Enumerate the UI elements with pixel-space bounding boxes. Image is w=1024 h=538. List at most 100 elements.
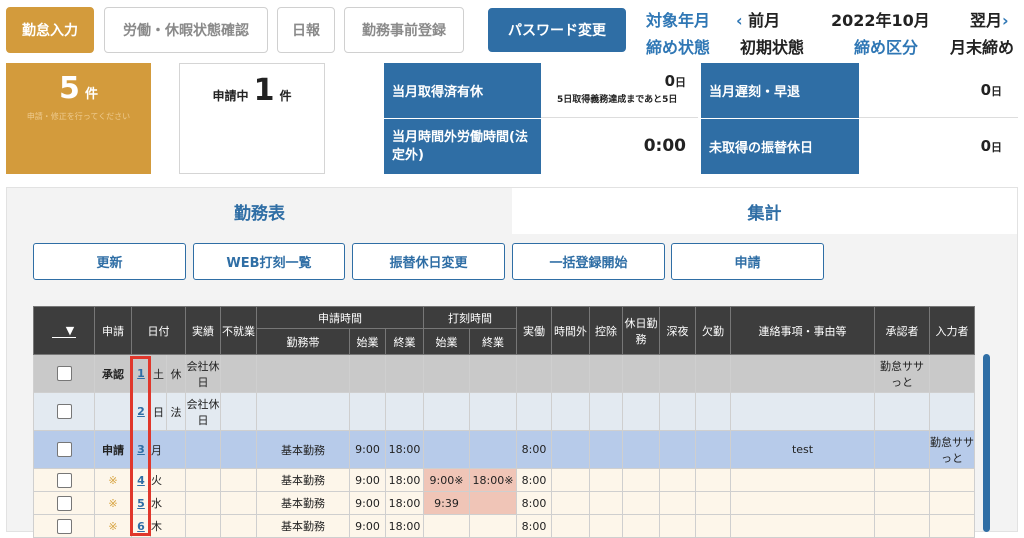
header-absence: 欠勤 xyxy=(695,306,731,355)
row-status: 承認 xyxy=(94,354,132,393)
day-link[interactable]: 1 xyxy=(137,367,145,380)
row-checkbox[interactable] xyxy=(56,404,72,419)
tab-totals[interactable]: 集計 xyxy=(512,188,1017,234)
leave-taken-cell: 0日 5日取得義務達成まであと5日 xyxy=(541,63,698,118)
late-value: 0 xyxy=(980,81,991,99)
day-link[interactable]: 3 xyxy=(137,443,145,456)
header-overtime: 時間外 xyxy=(551,306,590,355)
row-start: 9:00 xyxy=(349,468,386,492)
table-row[interactable]: ※ 4 火 基本勤務 9:00 18:00 9:00※ 18:00※ 8:00 xyxy=(33,468,975,492)
row-punch-start: 9:00※ xyxy=(423,468,470,492)
row-checkbox[interactable] xyxy=(56,366,72,381)
row-note xyxy=(730,392,875,431)
row-dow: 木 xyxy=(150,514,186,538)
row-result: 会社休日 xyxy=(185,354,221,393)
header-shift: 勤務帯 xyxy=(256,328,350,355)
day-link[interactable]: 5 xyxy=(137,497,145,510)
day-link[interactable]: 2 xyxy=(137,405,145,418)
web-punch-list-button[interactable]: WEB打刻一覧 xyxy=(193,243,345,280)
row-punch-end xyxy=(469,430,517,469)
row-note: test xyxy=(730,430,875,469)
overtime-label: 当月時間外労働時間(法定外) xyxy=(384,119,541,174)
row-checkbox[interactable] xyxy=(56,442,72,457)
row-end xyxy=(385,392,424,431)
untaken-cell: 0日 xyxy=(859,119,1018,174)
chevron-left-icon: ‹ xyxy=(736,11,743,30)
row-dow: 水 xyxy=(150,491,186,515)
row-end: 18:00 xyxy=(385,514,424,538)
row-punch-start xyxy=(423,430,470,469)
header-inputter: 入力者 xyxy=(929,306,975,355)
leave-note: 5日取得義務達成まであと5日 xyxy=(557,95,678,105)
tab-work-table[interactable]: 勤務表 xyxy=(7,188,512,234)
row-approver: 勤怠ササっと xyxy=(874,354,930,393)
late-label: 当月遅刻・早退 xyxy=(701,63,859,118)
row-punch-start xyxy=(423,514,470,538)
tab-leave-status[interactable]: 労働・休暇状態確認 xyxy=(104,7,268,53)
row-punch-end xyxy=(469,491,517,515)
prev-month-link[interactable]: ‹ 前月 xyxy=(736,7,780,31)
row-shift xyxy=(256,392,350,431)
row-start xyxy=(349,392,386,431)
refresh-button[interactable]: 更新 xyxy=(33,243,186,280)
target-month-label: 対象年月 xyxy=(646,11,711,30)
bulk-register-button[interactable]: 一括登録開始 xyxy=(512,243,665,280)
row-approver xyxy=(874,430,930,469)
day-link[interactable]: 4 xyxy=(137,474,145,487)
current-month: 2022年10月 xyxy=(831,11,930,30)
chevron-right-icon: › xyxy=(1002,11,1009,30)
sort-header[interactable]: ▼ xyxy=(33,306,95,355)
row-inputter: 勤怠ササっと xyxy=(929,430,975,469)
row-approver xyxy=(874,468,930,492)
row-checkbox[interactable] xyxy=(56,495,72,511)
closing-type-label: 締め区分 xyxy=(854,38,919,57)
untaken-value: 0 xyxy=(980,137,991,155)
table-row[interactable]: ※ 6 木 基本勤務 9:00 18:00 8:00 xyxy=(33,514,975,538)
overtime-cell: 0:00 xyxy=(541,119,698,174)
row-punch-end xyxy=(469,354,517,393)
closing-status-value: 初期状態 xyxy=(740,38,805,57)
pending-card[interactable]: 5 件 申請・修正を行ってください xyxy=(6,63,151,174)
row-start: 9:00 xyxy=(349,514,386,538)
table-row[interactable]: 2 日 法 会社休日 xyxy=(33,392,975,431)
row-checkbox[interactable] xyxy=(56,472,72,488)
header-punch-time: 打刻時間 xyxy=(423,306,517,329)
row-checkbox[interactable] xyxy=(56,518,72,534)
closing-type-value: 月末締め xyxy=(950,38,1015,57)
password-change-button[interactable]: パスワード変更 xyxy=(488,8,626,52)
table-row[interactable]: ※ 5 水 基本勤務 9:00 18:00 9:39 8:00 xyxy=(33,491,975,515)
applying-card[interactable]: 申請中 1 件 xyxy=(179,63,325,174)
tab-attendance-input[interactable]: 勤怠入力 xyxy=(6,7,94,53)
row-dow: 土 xyxy=(150,354,167,393)
tab-pre-registration[interactable]: 勤務事前登録 xyxy=(344,7,464,53)
row-dow: 火 xyxy=(150,468,186,492)
row-inputter xyxy=(929,354,975,393)
table-row[interactable]: 申請 3 月 基本勤務 9:00 18:00 8:00 test 勤怠ササっと xyxy=(33,430,975,469)
row-actual: 8:00 xyxy=(516,491,552,515)
row-note xyxy=(730,491,875,515)
header-start: 始業 xyxy=(349,328,386,355)
holiday-change-button[interactable]: 振替休日変更 xyxy=(352,243,505,280)
header-date: 日付 xyxy=(131,306,186,355)
header-end: 終業 xyxy=(385,328,424,355)
row-approver xyxy=(874,514,930,538)
row-status: ※ xyxy=(94,514,132,538)
row-approver xyxy=(874,392,930,431)
row-actual: 8:00 xyxy=(516,468,552,492)
row-result xyxy=(185,468,221,492)
header-actual: 実働 xyxy=(516,306,552,355)
apply-button[interactable]: 申請 xyxy=(671,243,824,280)
pending-count: 5 xyxy=(59,71,80,106)
row-punch-start xyxy=(423,392,470,431)
row-kind: 休 xyxy=(166,354,186,393)
row-dow: 月 xyxy=(150,430,186,469)
row-kind: 法 xyxy=(166,392,186,431)
row-start: 9:00 xyxy=(349,430,386,469)
header-deduct: 控除 xyxy=(589,306,623,355)
table-row[interactable]: 承認 1 土 休 会社休日 勤怠ササっと xyxy=(33,354,975,393)
table-scrollbar[interactable] xyxy=(983,354,990,532)
next-month-link[interactable]: 翌月› xyxy=(970,7,1009,31)
tab-daily-report[interactable]: 日報 xyxy=(277,7,335,53)
day-link[interactable]: 6 xyxy=(137,520,145,533)
row-inputter xyxy=(929,392,975,431)
